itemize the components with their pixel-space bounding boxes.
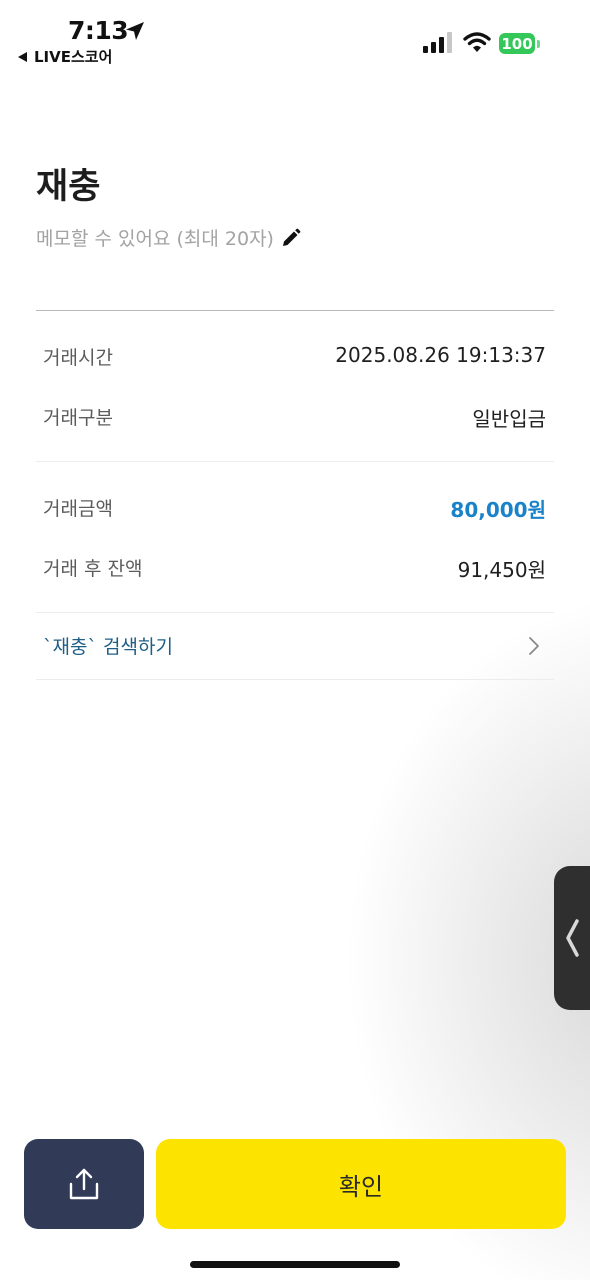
- chevron-right-icon[interactable]: [527, 636, 541, 656]
- transaction-type-label: 거래구분: [43, 407, 113, 429]
- wifi-icon: [463, 32, 491, 52]
- side-panel-handle[interactable]: [554, 866, 590, 1010]
- home-indicator[interactable]: [190, 1261, 400, 1268]
- location-arrow-icon: [126, 22, 144, 40]
- memo-placeholder: 메모할 수 있어요 (최대 20자): [36, 228, 274, 250]
- balance-after-value: 91,450원: [457, 558, 546, 582]
- battery-indicator: 100: [499, 33, 535, 54]
- cellular-signal-icon: [423, 32, 452, 53]
- share-icon: [69, 1168, 99, 1200]
- page-title: 재충: [36, 167, 101, 207]
- transaction-amount-label: 거래금액: [43, 498, 113, 520]
- share-button[interactable]: [24, 1139, 144, 1229]
- pencil-icon[interactable]: [281, 228, 301, 248]
- transaction-time-label: 거래시간: [43, 347, 113, 369]
- back-triangle-icon: [18, 51, 27, 62]
- battery-nub: [537, 40, 540, 48]
- transaction-amount-value: 80,000원: [450, 498, 546, 522]
- transaction-time-value: 2025.08.26 19:13:37: [335, 343, 546, 367]
- status-time: 7:13: [68, 16, 129, 45]
- confirm-button[interactable]: 확인: [156, 1139, 566, 1229]
- balance-after-label: 거래 후 잔액: [43, 558, 143, 580]
- back-to-app-button[interactable]: LIVE스코어: [18, 46, 112, 67]
- section-divider: [36, 612, 554, 613]
- search-counterparty-link[interactable]: `재충` 검색하기: [43, 632, 173, 659]
- chevron-left-icon: [566, 919, 579, 957]
- header-divider: [36, 310, 554, 311]
- section-divider: [36, 679, 554, 680]
- memo-field[interactable]: 메모할 수 있어요 (최대 20자): [36, 224, 301, 251]
- transaction-type-value: 일반입금: [472, 407, 546, 431]
- back-app-label: LIVE스코어: [34, 48, 113, 66]
- section-divider: [36, 461, 554, 462]
